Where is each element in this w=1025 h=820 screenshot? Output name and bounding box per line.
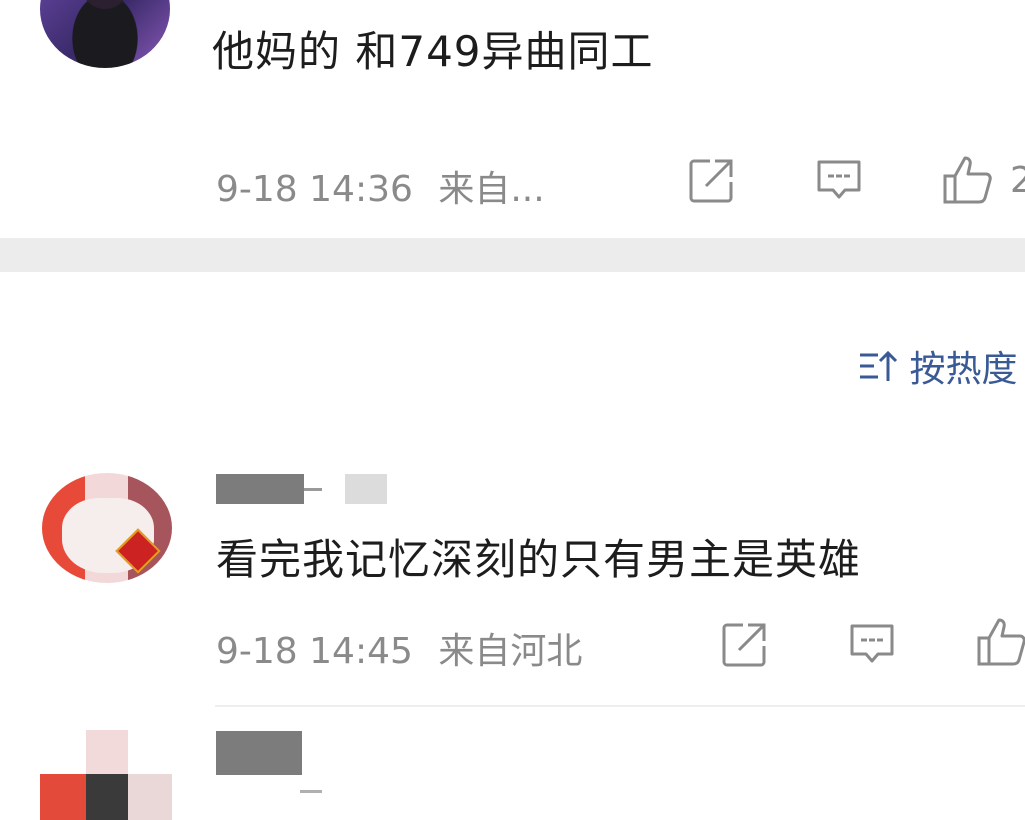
username-redacted: [300, 790, 322, 793]
sort-label: 按热度: [909, 349, 1018, 390]
thumbs-up-icon[interactable]: [942, 154, 996, 206]
section-divider: [0, 238, 1025, 272]
sort-icon: [860, 350, 898, 381]
username-redacted: [345, 474, 387, 504]
username-redacted[interactable]: [216, 474, 304, 504]
row-divider: [215, 705, 1025, 707]
comment-timestamp: 9-18 14:45: [216, 631, 413, 672]
like-count: 2: [1010, 160, 1025, 201]
comment-icon[interactable]: [848, 622, 896, 668]
comment-text: 他妈的 和749异曲同工: [212, 27, 654, 76]
sort-toggle[interactable]: 按热度: [858, 340, 1017, 392]
comment-location: 来自...: [438, 169, 545, 210]
thumbs-up-icon[interactable]: [976, 616, 1025, 668]
comment-location: 来自河北: [438, 631, 583, 672]
avatar[interactable]: [40, 730, 172, 820]
avatar[interactable]: [40, 0, 170, 68]
comment-icon[interactable]: [815, 158, 863, 204]
comment-meta: 9-18 14:45 来自河北: [216, 622, 582, 674]
share-icon[interactable]: [721, 622, 767, 668]
username-redacted[interactable]: [216, 731, 302, 775]
avatar[interactable]: [42, 473, 172, 583]
username-redacted: [304, 488, 322, 491]
comment-timestamp: 9-18 14:36: [216, 169, 413, 210]
comment-text: 看完我记忆深刻的只有男主是英雄: [216, 535, 862, 584]
comment-meta: 9-18 14:36 来自...: [216, 160, 545, 212]
share-icon[interactable]: [688, 158, 734, 204]
